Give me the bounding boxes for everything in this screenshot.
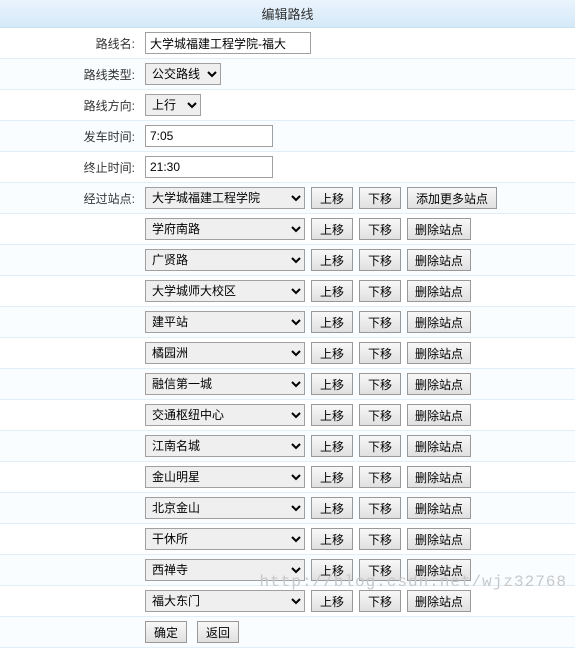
move-down-button[interactable]: 下移	[359, 218, 401, 240]
move-up-button[interactable]: 上移	[311, 559, 353, 581]
station-select[interactable]: 金山明星	[145, 466, 305, 488]
field-label: 终止时间:	[0, 159, 143, 176]
field-label: 经过站点:	[0, 190, 143, 207]
move-up-button[interactable]: 上移	[311, 435, 353, 457]
end-time-input[interactable]	[145, 156, 273, 178]
field-label: 路线类型:	[0, 66, 143, 83]
direction-select[interactable]: 上行	[145, 94, 201, 116]
move-up-button[interactable]: 上移	[311, 280, 353, 302]
field-label: 路线方向:	[0, 97, 143, 114]
delete-station-button[interactable]: 删除站点	[407, 435, 471, 457]
station-select[interactable]: 大学城师大校区	[145, 280, 305, 302]
move-up-button[interactable]: 上移	[311, 528, 353, 550]
delete-station-button[interactable]: 删除站点	[407, 342, 471, 364]
move-down-button[interactable]: 下移	[359, 435, 401, 457]
station-select[interactable]: 西禅寺	[145, 559, 305, 581]
station-select[interactable]: 北京金山	[145, 497, 305, 519]
move-up-button[interactable]: 上移	[311, 311, 353, 333]
route-type-select[interactable]: 公交路线	[145, 63, 221, 85]
move-down-button[interactable]: 下移	[359, 590, 401, 612]
move-up-button[interactable]: 上移	[311, 342, 353, 364]
field-label: 路线名:	[0, 35, 143, 52]
page-title: 编辑路线	[0, 0, 575, 28]
move-down-button[interactable]: 下移	[359, 466, 401, 488]
route-name-input[interactable]	[145, 32, 311, 54]
field-label: 发车时间:	[0, 128, 143, 145]
station-select[interactable]: 交通枢纽中心	[145, 404, 305, 426]
move-down-button[interactable]: 下移	[359, 528, 401, 550]
start-time-input[interactable]	[145, 125, 273, 147]
move-up-button[interactable]: 上移	[311, 187, 353, 209]
back-button[interactable]: 返回	[197, 621, 239, 643]
move-down-button[interactable]: 下移	[359, 373, 401, 395]
station-select[interactable]: 广贤路	[145, 249, 305, 271]
move-down-button[interactable]: 下移	[359, 342, 401, 364]
move-up-button[interactable]: 上移	[311, 497, 353, 519]
station-select[interactable]: 融信第一城	[145, 373, 305, 395]
move-down-button[interactable]: 下移	[359, 187, 401, 209]
delete-station-button[interactable]: 删除站点	[407, 280, 471, 302]
station-select[interactable]: 橘园洲	[145, 342, 305, 364]
delete-station-button[interactable]: 删除站点	[407, 497, 471, 519]
confirm-button[interactable]: 确定	[145, 621, 187, 643]
station-select[interactable]: 大学城福建工程学院	[145, 187, 305, 209]
delete-station-button[interactable]: 删除站点	[407, 528, 471, 550]
move-up-button[interactable]: 上移	[311, 590, 353, 612]
move-up-button[interactable]: 上移	[311, 404, 353, 426]
delete-station-button[interactable]: 删除站点	[407, 404, 471, 426]
move-down-button[interactable]: 下移	[359, 311, 401, 333]
station-select[interactable]: 江南名城	[145, 435, 305, 457]
delete-station-button[interactable]: 删除站点	[407, 311, 471, 333]
move-down-button[interactable]: 下移	[359, 249, 401, 271]
station-select[interactable]: 建平站	[145, 311, 305, 333]
delete-station-button[interactable]: 删除站点	[407, 466, 471, 488]
delete-station-button[interactable]: 删除站点	[407, 559, 471, 581]
move-down-button[interactable]: 下移	[359, 404, 401, 426]
move-down-button[interactable]: 下移	[359, 497, 401, 519]
move-up-button[interactable]: 上移	[311, 249, 353, 271]
move-up-button[interactable]: 上移	[311, 218, 353, 240]
station-select[interactable]: 干休所	[145, 528, 305, 550]
delete-station-button[interactable]: 删除站点	[407, 373, 471, 395]
station-select[interactable]: 福大东门	[145, 590, 305, 612]
delete-station-button[interactable]: 删除站点	[407, 218, 471, 240]
station-select[interactable]: 学府南路	[145, 218, 305, 240]
add-more-station-button[interactable]: 添加更多站点	[407, 187, 497, 209]
move-down-button[interactable]: 下移	[359, 280, 401, 302]
move-up-button[interactable]: 上移	[311, 373, 353, 395]
delete-station-button[interactable]: 删除站点	[407, 249, 471, 271]
move-up-button[interactable]: 上移	[311, 466, 353, 488]
move-down-button[interactable]: 下移	[359, 559, 401, 581]
delete-station-button[interactable]: 删除站点	[407, 590, 471, 612]
